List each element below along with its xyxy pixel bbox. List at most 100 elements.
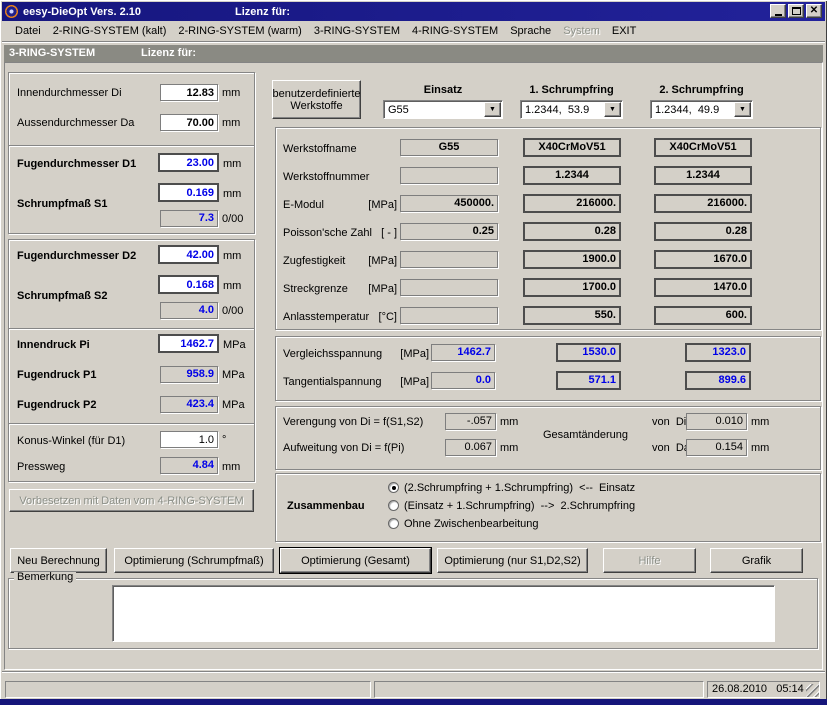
da-label: Aussendurchmesser Da bbox=[17, 117, 134, 130]
d2-input[interactable] bbox=[158, 245, 219, 264]
minimize-button[interactable] bbox=[770, 4, 786, 18]
s1-label: Schrumpfmaß S1 bbox=[17, 198, 107, 211]
table-cell bbox=[400, 251, 498, 268]
s2-input[interactable] bbox=[158, 275, 219, 294]
d1-unit: mm bbox=[223, 158, 241, 171]
window-bottom-edge bbox=[0, 699, 827, 705]
von-di-unit: mm bbox=[751, 416, 769, 429]
aufweitung-field: 0.067 bbox=[445, 439, 496, 456]
chevron-down-icon[interactable]: ▼ bbox=[484, 102, 501, 117]
section-header: 3-RING-SYSTEM Lizenz für: bbox=[4, 45, 823, 62]
resize-grip[interactable] bbox=[806, 684, 819, 697]
table-cell: 0.25 bbox=[400, 223, 498, 240]
menu-item-4ring[interactable]: 4-RING-SYSTEM bbox=[406, 23, 504, 39]
chevron-down-icon[interactable]: ▼ bbox=[734, 102, 751, 117]
table-cell: 1.2344 bbox=[654, 166, 752, 185]
statusbar-panel-1 bbox=[5, 681, 371, 698]
app-icon[interactable] bbox=[5, 5, 18, 18]
section-license-label: Lizenz für: bbox=[141, 47, 196, 60]
schrumpfring1-combobox[interactable]: 1.2344, 53.9 ▼ bbox=[520, 100, 623, 119]
stress-cell: 0.0 bbox=[431, 372, 495, 389]
radio-assembly-option-1[interactable] bbox=[388, 482, 399, 493]
menu-bar: Datei 2-RING-SYSTEM (kalt) 2-RING-SYSTEM… bbox=[2, 21, 825, 42]
close-button[interactable]: ✕ bbox=[806, 4, 822, 18]
minimize-icon bbox=[775, 14, 782, 16]
table-cell: 600. bbox=[654, 306, 752, 325]
table-cell: X40CrMoV51 bbox=[654, 138, 752, 157]
d1-input[interactable] bbox=[158, 153, 219, 172]
stress-cell: 1323.0 bbox=[685, 343, 751, 362]
s2-permille-unit: 0/00 bbox=[222, 305, 243, 318]
s1-input[interactable] bbox=[158, 183, 219, 202]
table-cell: 1.2344 bbox=[523, 166, 621, 185]
p2-label: Fugendruck P2 bbox=[17, 399, 96, 412]
s1-unit: mm bbox=[223, 188, 241, 201]
schrumpfring2-combobox-value: 1.2344, 49.9 bbox=[651, 104, 734, 116]
chevron-down-icon[interactable]: ▼ bbox=[604, 102, 621, 117]
statusbar-separator bbox=[2, 671, 825, 673]
table-cell: X40CrMoV51 bbox=[523, 138, 621, 157]
schrumpfring2-combobox[interactable]: 1.2344, 49.9 ▼ bbox=[650, 100, 753, 119]
title-license-label: Lizenz für: bbox=[235, 6, 290, 18]
s2-unit: mm bbox=[223, 280, 241, 293]
p1-field: 958.9 bbox=[160, 366, 218, 383]
table-cell: 216000. bbox=[654, 194, 752, 213]
schrumpfring1-combobox-value: 1.2344, 53.9 bbox=[521, 104, 604, 116]
maximize-icon bbox=[792, 7, 801, 15]
window-title: eesy-DieOpt Vers. 2.10 bbox=[23, 6, 141, 18]
s1-permille-unit: 0/00 bbox=[222, 213, 243, 226]
optimierung-gesamt-button[interactable]: Optimierung (Gesamt) bbox=[280, 548, 431, 573]
row-label: Tangentialspannung bbox=[283, 376, 381, 389]
row-label: E-Modul bbox=[283, 199, 324, 212]
radio-assembly-option-2[interactable] bbox=[388, 500, 399, 511]
radio-assembly-option-3[interactable] bbox=[388, 518, 399, 529]
bemerkung-label: Bemerkung bbox=[14, 572, 76, 583]
von-di-label: von Di bbox=[652, 416, 686, 429]
row-label: Werkstoffnummer bbox=[283, 171, 369, 184]
von-da-label: von Da bbox=[652, 442, 690, 455]
row-label: Vergleichsspannung bbox=[283, 348, 382, 361]
pressweg-label: Pressweg bbox=[17, 461, 65, 474]
menu-item-sprache[interactable]: Sprache bbox=[504, 23, 557, 39]
bemerkung-textarea[interactable] bbox=[112, 585, 775, 642]
menu-item-datei[interactable]: Datei bbox=[9, 23, 47, 39]
row-unit: [MPa] bbox=[385, 376, 429, 389]
table-cell: 216000. bbox=[523, 194, 621, 213]
menu-item-exit[interactable]: EXIT bbox=[606, 23, 642, 39]
verengung-label: Verengung von Di = f(S1,S2) bbox=[283, 416, 423, 429]
pi-label: Innendruck Pi bbox=[17, 339, 90, 352]
da-input[interactable] bbox=[160, 114, 218, 131]
pressweg-field: 4.84 bbox=[160, 457, 218, 474]
table-cell: 1700.0 bbox=[523, 278, 621, 297]
konus-input[interactable] bbox=[160, 431, 218, 448]
menu-item-system: System bbox=[557, 23, 606, 39]
grafik-button[interactable]: Grafik bbox=[710, 548, 803, 573]
table-cell bbox=[400, 279, 498, 296]
menu-item-2ring-kalt[interactable]: 2-RING-SYSTEM (kalt) bbox=[47, 23, 173, 39]
s2-permille-field: 4.0 bbox=[160, 302, 218, 319]
menu-item-3ring[interactable]: 3-RING-SYSTEM bbox=[308, 23, 406, 39]
optimierung-s1d2s2-button[interactable]: Optimierung (nur S1,D2,S2) bbox=[437, 548, 588, 573]
einsatz-combobox[interactable]: G55 ▼ bbox=[383, 100, 503, 119]
table-cell: 1900.0 bbox=[523, 250, 621, 269]
custom-materials-button[interactable]: benutzerdefinierte Werkstoffe bbox=[272, 80, 361, 119]
neu-berechnung-button[interactable]: Neu Berechnung bbox=[10, 548, 107, 573]
close-icon: ✕ bbox=[810, 6, 818, 16]
einsatz-combobox-value: G55 bbox=[384, 104, 484, 116]
d2-label: Fugendurchmesser D2 bbox=[17, 250, 136, 263]
maximize-button[interactable] bbox=[788, 4, 804, 18]
di-input[interactable] bbox=[160, 84, 218, 101]
optimierung-schrumpfmass-button[interactable]: Optimierung (Schrumpfmaß) bbox=[114, 548, 274, 573]
stress-cell: 571.1 bbox=[556, 371, 621, 390]
pi-input[interactable] bbox=[158, 334, 219, 353]
stress-cell: 899.6 bbox=[685, 371, 751, 390]
column-header-schrumpfring1: 1. Schrumpfring bbox=[520, 84, 623, 97]
radio-assembly-option-2-label: (Einsatz + 1.Schrumpfring) --> 2.Schrump… bbox=[404, 500, 635, 513]
aufweitung-label: Aufweitung von Di = f(Pi) bbox=[283, 442, 404, 455]
menu-item-2ring-warm[interactable]: 2-RING-SYSTEM (warm) bbox=[172, 23, 307, 39]
row-unit: [MPa] bbox=[350, 283, 397, 296]
row-label: Zugfestigkeit bbox=[283, 255, 345, 268]
stress-cell: 1462.7 bbox=[431, 344, 495, 361]
konus-unit: ° bbox=[222, 434, 226, 447]
table-cell: 450000. bbox=[400, 195, 498, 212]
